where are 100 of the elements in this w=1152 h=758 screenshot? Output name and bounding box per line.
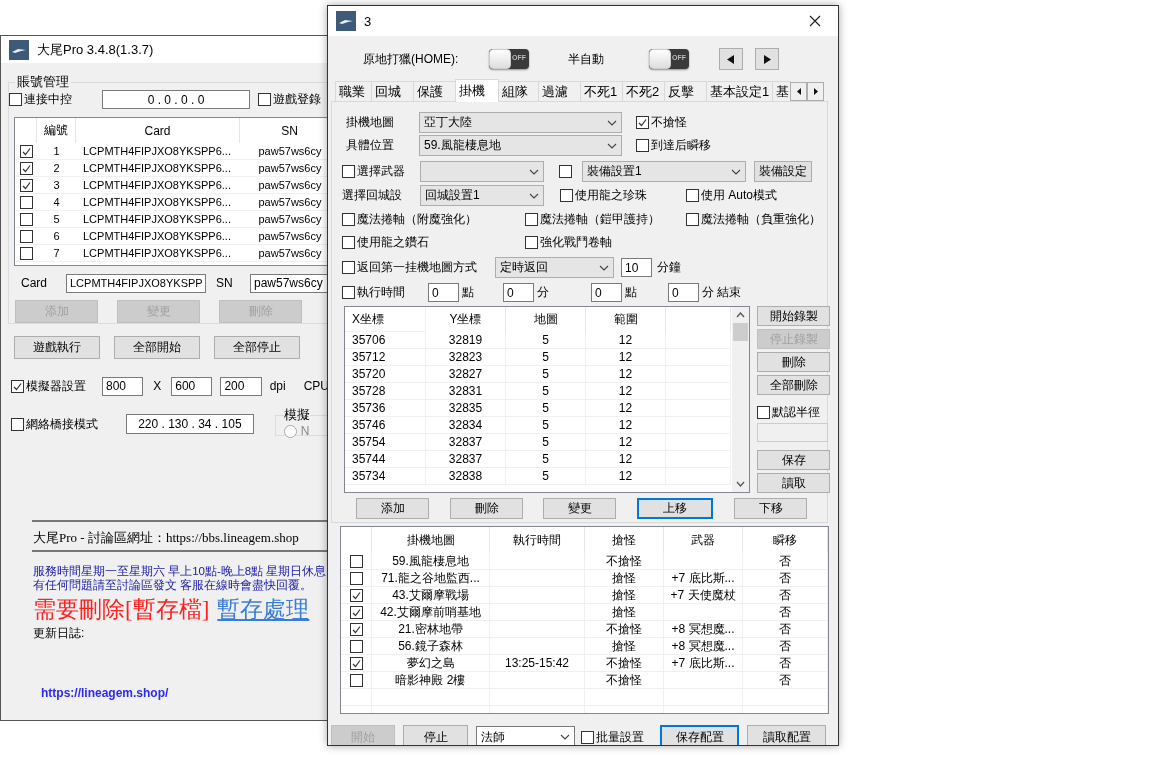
tab[interactable]: 反擊: [664, 81, 707, 101]
checkbox[interactable]: [342, 261, 355, 274]
button[interactable]: 下移: [734, 498, 807, 519]
checkbox[interactable]: [19, 246, 33, 260]
checkbox[interactable]: [686, 189, 699, 202]
button[interactable]: 停止: [403, 724, 468, 745]
checkbox[interactable]: [559, 165, 572, 178]
previous-button[interactable]: [719, 48, 743, 70]
checkbox[interactable]: [11, 379, 24, 393]
dropdown[interactable]: 59.風龍棲息地: [419, 135, 622, 156]
website-link[interactable]: https://lineagem.shop/: [41, 686, 329, 700]
dropdown[interactable]: 法師: [476, 726, 575, 745]
dropdown[interactable]: 回城設置1: [420, 185, 544, 206]
tab[interactable]: 保護: [413, 81, 456, 101]
next-button[interactable]: [755, 48, 779, 70]
button[interactable]: 全部刪除: [757, 375, 830, 395]
input-field[interactable]: [757, 423, 828, 443]
checkbox[interactable]: [757, 406, 770, 419]
checkbox[interactable]: [349, 656, 363, 670]
ip-field[interactable]: 220 . 130 . 34 . 105: [126, 414, 254, 434]
input-field[interactable]: 0: [503, 283, 534, 302]
tab[interactable]: 基: [772, 81, 791, 101]
scroll-thumb[interactable]: [733, 323, 748, 341]
checkbox[interactable]: [349, 588, 363, 602]
checkbox[interactable]: [342, 213, 355, 226]
button[interactable]: 讀取: [757, 473, 830, 494]
scrollbar[interactable]: [732, 307, 749, 492]
input-field[interactable]: LCPMTH4FIPJXO8YKSPP: [66, 273, 206, 293]
tab[interactable]: 掛機: [455, 79, 499, 102]
checkbox[interactable]: [349, 622, 363, 636]
button[interactable]: 讀取配置: [747, 724, 826, 745]
table-cell: 否: [743, 621, 828, 638]
tab[interactable]: 職業: [335, 81, 372, 101]
tab[interactable]: 基本設定1: [706, 81, 773, 101]
input-field[interactable]: 800: [102, 376, 144, 396]
table-cell: 2: [37, 160, 76, 177]
checkbox[interactable]: [19, 229, 33, 243]
button[interactable]: 保存配置: [660, 724, 739, 745]
input-field[interactable]: paw57ws6cy: [250, 273, 329, 293]
checkbox[interactable]: [349, 571, 363, 585]
tab-scroll-left-button[interactable]: [790, 82, 807, 101]
radio-label: N: [300, 424, 310, 438]
table-cell: 不搶怪: [585, 553, 664, 570]
label: 原地打獵(HOME):: [363, 50, 460, 68]
checkbox[interactable]: [560, 189, 573, 202]
tab[interactable]: 不死1: [580, 81, 623, 101]
checkbox[interactable]: [525, 213, 538, 226]
tab[interactable]: 回城: [371, 81, 414, 101]
input-field[interactable]: 600: [171, 376, 213, 396]
button[interactable]: 遊戲執行: [14, 336, 100, 359]
button[interactable]: 全部開始: [114, 336, 200, 359]
checkbox[interactable]: [349, 605, 363, 619]
button[interactable]: 全部停止: [214, 336, 300, 359]
button[interactable]: 保存: [757, 450, 830, 471]
button[interactable]: 上移: [637, 498, 713, 519]
dropdown[interactable]: 裝備設置1: [582, 161, 746, 182]
button[interactable]: 添加: [356, 498, 429, 519]
input-field[interactable]: 10: [621, 258, 652, 277]
input-field[interactable]: 0: [428, 283, 459, 302]
checkbox[interactable]: [349, 639, 363, 653]
dropdown[interactable]: 亞丁大陸: [419, 112, 622, 133]
tab[interactable]: 不死2: [622, 81, 665, 101]
tab-scroll-right-button[interactable]: [807, 82, 824, 101]
button[interactable]: 開始錄製: [757, 306, 830, 326]
button[interactable]: 變更: [543, 498, 616, 519]
input-field[interactable]: 0: [591, 283, 622, 302]
button[interactable]: 刪除: [757, 352, 830, 372]
checkbox[interactable]: [342, 236, 355, 249]
input-field[interactable]: 200: [220, 376, 262, 396]
tab[interactable]: 過濾: [538, 81, 581, 101]
checkbox[interactable]: [636, 116, 649, 129]
dropdown[interactable]: 定時返回: [495, 257, 614, 278]
checkbox[interactable]: [19, 212, 33, 226]
tab[interactable]: 組隊: [498, 81, 539, 101]
checkbox[interactable]: [686, 213, 699, 226]
checkbox[interactable]: [342, 165, 355, 178]
checkbox[interactable]: [525, 236, 538, 249]
radio-button[interactable]: [283, 424, 297, 438]
button[interactable]: 刪除: [450, 498, 523, 519]
checkbox[interactable]: [19, 178, 33, 192]
checkbox[interactable]: [258, 93, 271, 106]
checkbox[interactable]: [19, 195, 33, 209]
checkbox[interactable]: [342, 286, 355, 299]
ip-field[interactable]: 0 . 0 . 0 . 0: [102, 90, 250, 109]
table-cell: 35746: [345, 417, 426, 434]
checkbox[interactable]: [349, 554, 363, 568]
checkbox[interactable]: [19, 144, 33, 158]
checkbox-label: 不搶怪: [651, 114, 687, 131]
checkbox[interactable]: [581, 730, 594, 744]
checkbox[interactable]: [636, 139, 649, 152]
checkbox[interactable]: [19, 161, 33, 175]
input-field[interactable]: 0: [668, 283, 699, 302]
checkbox[interactable]: [349, 673, 363, 687]
checkbox[interactable]: [9, 93, 22, 106]
table-cell: 32819: [426, 332, 506, 349]
window-title: 大尾Pro 3.4.8(1.3.7): [37, 40, 154, 59]
checkbox-label: 魔法捲軸（負重強化）: [701, 211, 821, 228]
button[interactable]: 裝備設定: [754, 161, 812, 182]
checkbox[interactable]: [11, 417, 24, 431]
link[interactable]: 暫存處理: [217, 597, 310, 622]
